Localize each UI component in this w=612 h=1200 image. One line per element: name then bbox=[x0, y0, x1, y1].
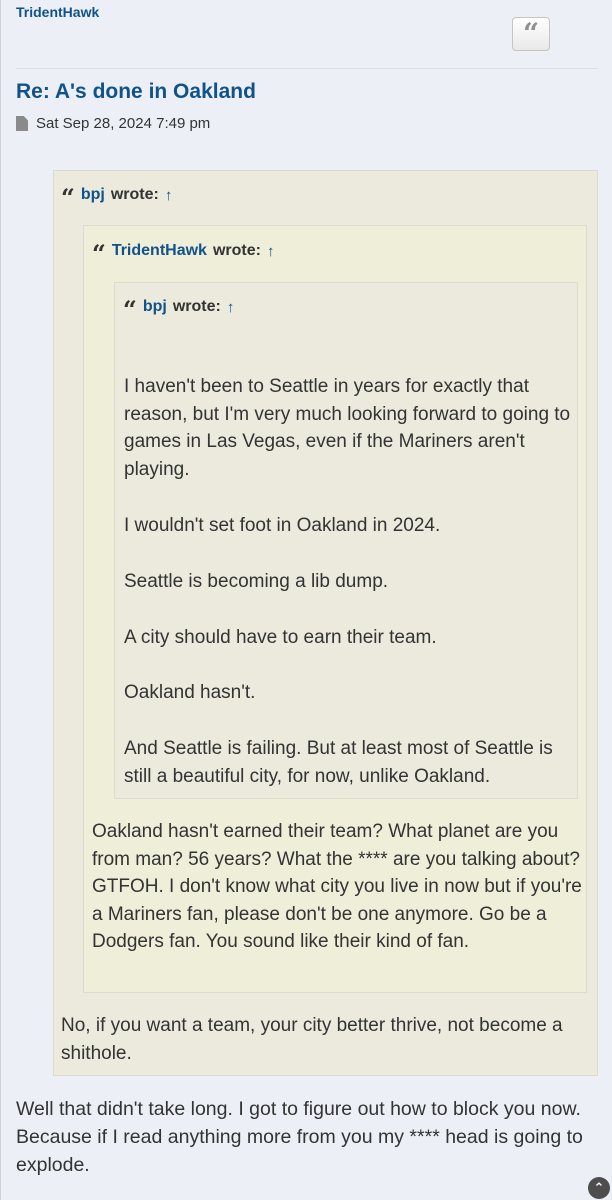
quote-author-link[interactable]: bpj bbox=[143, 298, 167, 316]
quote-mark-icon: “ bbox=[123, 295, 137, 324]
quote-paragraph: I wouldn't set foot in Oakland in 2024. bbox=[124, 515, 441, 536]
quote-paragraph: Oakland hasn't. bbox=[124, 682, 256, 703]
jump-to-post-icon[interactable]: ↑ bbox=[267, 243, 275, 260]
quote-citation-level-3: “ bpj wrote: ↑ bbox=[123, 292, 234, 322]
chevron-up-icon: ⌃ bbox=[593, 1180, 605, 1196]
file-icon[interactable] bbox=[16, 116, 28, 131]
quote-citation-level-1: “ bpj wrote: ↑ bbox=[61, 180, 172, 210]
quote-paragraph: A city should have to earn their team. bbox=[124, 627, 437, 648]
quote-paragraph: And Seattle is failing. But at least mos… bbox=[124, 738, 553, 787]
quote-citation-level-2: “ TridentHawk wrote: ↑ bbox=[92, 236, 274, 266]
quote-mark-icon: “ bbox=[61, 183, 75, 212]
quote-author-link[interactable]: TridentHawk bbox=[112, 242, 207, 260]
quote-wrote-label: wrote: bbox=[172, 298, 221, 315]
post-divider bbox=[16, 68, 598, 69]
jump-to-post-icon[interactable]: ↑ bbox=[227, 299, 235, 316]
quote-author-link[interactable]: bpj bbox=[81, 186, 105, 204]
post-meta: Sat Sep 28, 2024 7:49 pm bbox=[16, 115, 210, 132]
quote-paragraph: Seattle is becoming a lib dump. bbox=[124, 571, 389, 592]
quote-icon: “ bbox=[522, 17, 540, 50]
quote-wrote-label: wrote: bbox=[110, 186, 159, 203]
post-body: Well that didn't take long. I got to fig… bbox=[16, 1098, 583, 1176]
post-date: Sat Sep 28, 2024 7:49 pm bbox=[36, 115, 211, 132]
jump-to-post-icon[interactable]: ↑ bbox=[165, 187, 173, 204]
quote-level-3 bbox=[114, 282, 578, 799]
quote-body-level-2: Oakland hasn't earned their team? What p… bbox=[92, 821, 582, 952]
quote-button[interactable]: “ bbox=[512, 17, 550, 51]
quote-paragraph: I haven't been to Seattle in years for e… bbox=[124, 376, 571, 480]
post-container: TridentHawk “ Re: A's done in Oakland Sa… bbox=[0, 0, 612, 1200]
post-author-link[interactable]: TridentHawk bbox=[16, 4, 99, 20]
scroll-to-top-button[interactable]: ⌃ bbox=[588, 1177, 610, 1199]
post-title[interactable]: Re: A's done in Oakland bbox=[16, 80, 256, 104]
quote-body-level-1: No, if you want a team, your city better… bbox=[61, 1015, 563, 1064]
quote-mark-icon: “ bbox=[92, 239, 106, 268]
quote-wrote-label: wrote: bbox=[212, 242, 261, 259]
